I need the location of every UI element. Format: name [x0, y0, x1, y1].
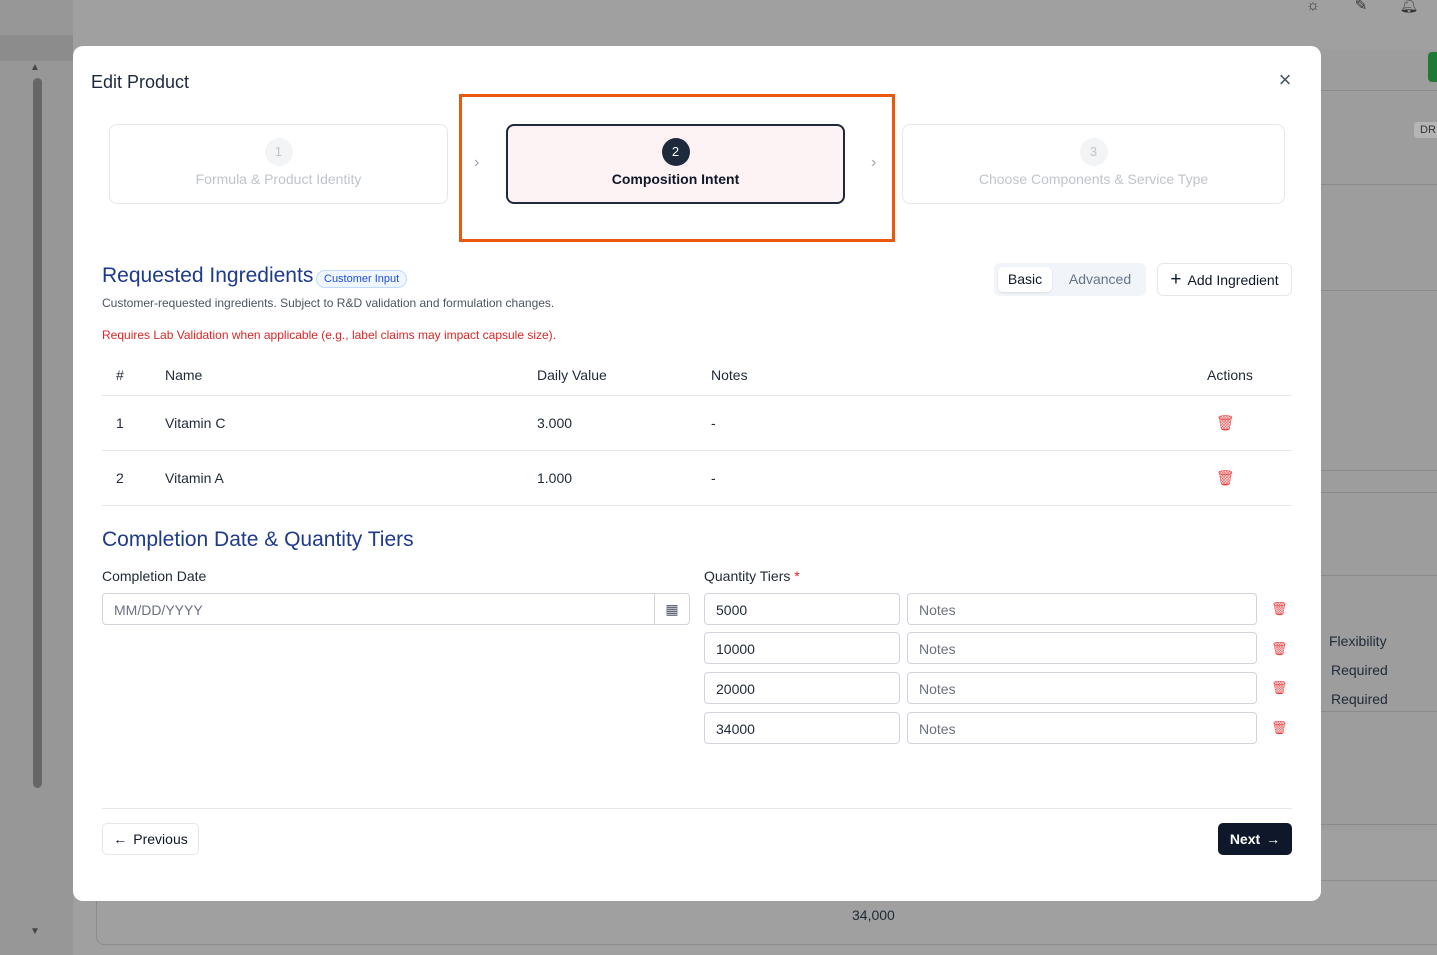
required-mark: *: [794, 568, 800, 584]
divider: [1321, 184, 1437, 185]
row-number: 2: [116, 470, 124, 486]
bell-icon[interactable]: 🔔︎: [1399, 0, 1419, 14]
quantity-tiers-label-text: Quantity Tiers: [704, 568, 791, 584]
trash-icon[interactable]: 🗑︎: [1271, 601, 1288, 617]
step-formula-identity[interactable]: 1 Formula & Product Identity: [109, 124, 448, 204]
mode-toggle: Basic Advanced: [994, 263, 1146, 296]
background-scrollbar[interactable]: [33, 78, 42, 788]
divider: [1321, 575, 1437, 576]
close-icon[interactable]: ×: [1275, 69, 1295, 91]
edit-note-icon[interactable]: ✎: [1351, 0, 1371, 14]
trash-icon[interactable]: 🗑︎: [1271, 720, 1288, 736]
divider: [1321, 470, 1437, 471]
background-cell: Required: [1331, 662, 1388, 678]
chevron-right-icon: ›: [871, 154, 877, 171]
daily-value: 3.000: [537, 415, 573, 431]
top-icons: ☼ ✎ 🔔︎: [1303, 0, 1419, 16]
edit-product-modal: Edit Product × 1 Formula & Product Ident…: [73, 46, 1321, 901]
step-components-service[interactable]: 3 Choose Components & Service Type: [902, 124, 1285, 204]
daily-value: 1.000: [537, 470, 573, 486]
background-column-header: Flexibility: [1329, 633, 1387, 649]
background-right-panel: [1321, 50, 1437, 830]
step-label: Formula & Product Identity: [195, 171, 362, 187]
next-button[interactable]: Next →: [1218, 823, 1292, 855]
divider: [1321, 290, 1437, 291]
ingredient-notes: -: [711, 470, 716, 486]
ingredient-notes: -: [711, 415, 716, 431]
column-header-num: #: [116, 367, 124, 383]
background-status-badge: DR: [1414, 122, 1437, 138]
tier-quantity-input[interactable]: 20000: [704, 672, 900, 704]
tier-quantity-input[interactable]: 5000: [704, 593, 900, 625]
toggle-advanced[interactable]: Advanced: [1060, 267, 1140, 292]
add-ingredient-button[interactable]: + Add Ingredient: [1157, 263, 1292, 296]
next-label: Next: [1229, 831, 1261, 847]
tier-quantity-input[interactable]: 34000: [704, 712, 900, 744]
customer-input-badge: Customer Input: [316, 270, 408, 288]
trash-icon[interactable]: 🗑︎: [1216, 414, 1235, 432]
previous-label: Previous: [133, 831, 188, 847]
table-row: 2 Vitamin A 1.000 - 🗑︎: [102, 451, 1292, 506]
step-number: 3: [1079, 138, 1108, 166]
step-label: Composition Intent: [611, 171, 740, 187]
ingredients-subtitle: Customer-requested ingredients. Subject …: [102, 296, 555, 310]
lab-validation-warning: Requires Lab Validation when applicable …: [102, 328, 557, 342]
step-number: 1: [264, 138, 293, 166]
background-cell: Required: [1331, 691, 1388, 707]
column-header-actions: Actions: [1207, 367, 1253, 383]
trash-icon[interactable]: 🗑︎: [1271, 641, 1288, 657]
table-row: 1 Vitamin C 3.000 - 🗑︎: [102, 396, 1292, 451]
tier-quantity-input[interactable]: 10000: [704, 632, 900, 664]
chevron-right-icon: ›: [474, 154, 480, 171]
scroll-down-icon[interactable]: ▼: [30, 926, 40, 937]
ingredient-name: Vitamin A: [165, 470, 224, 486]
divider: [1321, 492, 1437, 493]
trash-icon[interactable]: 🗑︎: [1216, 469, 1235, 487]
tier-notes-input[interactable]: Notes: [907, 632, 1257, 664]
step-label: Choose Components & Service Type: [978, 171, 1209, 187]
divider: [1321, 824, 1437, 825]
add-ingredient-label: Add Ingredient: [1187, 271, 1279, 288]
divider: [1321, 711, 1437, 712]
arrow-left-icon: ←: [113, 831, 128, 847]
tier-notes-input[interactable]: Notes: [907, 712, 1257, 744]
ingredients-table: # Name Daily Value Notes Actions 1 Vitam…: [102, 355, 1292, 506]
tier-notes-input[interactable]: Notes: [907, 593, 1257, 625]
divider: [1321, 90, 1437, 91]
date-placeholder: MM/DD/YYYY: [114, 602, 203, 618]
column-header-name: Name: [165, 367, 203, 383]
background-total-value: 34,000: [852, 907, 895, 923]
previous-button[interactable]: ← Previous: [102, 823, 199, 855]
quantity-tiers-label: Quantity Tiers *: [704, 568, 800, 584]
completion-section-title: Completion Date & Quantity Tiers: [102, 528, 414, 551]
theme-sun-icon[interactable]: ☼: [1303, 0, 1323, 14]
ingredient-name: Vitamin C: [165, 415, 226, 431]
table-header: # Name Daily Value Notes Actions: [102, 355, 1292, 396]
step-number: 2: [661, 138, 690, 166]
background-green-button[interactable]: [1428, 52, 1437, 82]
scroll-up-icon[interactable]: ▲: [30, 62, 40, 73]
calendar-icon[interactable]: ▦: [654, 594, 689, 624]
arrow-right-icon: →: [1266, 831, 1281, 847]
column-header-daily-value: Daily Value: [537, 367, 607, 383]
modal-title: Edit Product: [91, 72, 190, 92]
toggle-basic[interactable]: Basic: [998, 267, 1052, 292]
ingredients-section-title: Requested Ingredients: [102, 264, 314, 287]
trash-icon[interactable]: 🗑︎: [1271, 680, 1288, 696]
footer-divider: [102, 808, 1292, 809]
background-sidebar-item: [0, 35, 73, 61]
row-number: 1: [116, 415, 124, 431]
tier-notes-input[interactable]: Notes: [907, 672, 1257, 704]
completion-date-input[interactable]: MM/DD/YYYY ▦: [102, 593, 690, 625]
completion-date-label: Completion Date: [102, 568, 207, 584]
plus-icon: +: [1170, 268, 1182, 290]
step-composition-intent[interactable]: 2 Composition Intent: [506, 124, 845, 204]
column-header-notes: Notes: [711, 367, 748, 383]
